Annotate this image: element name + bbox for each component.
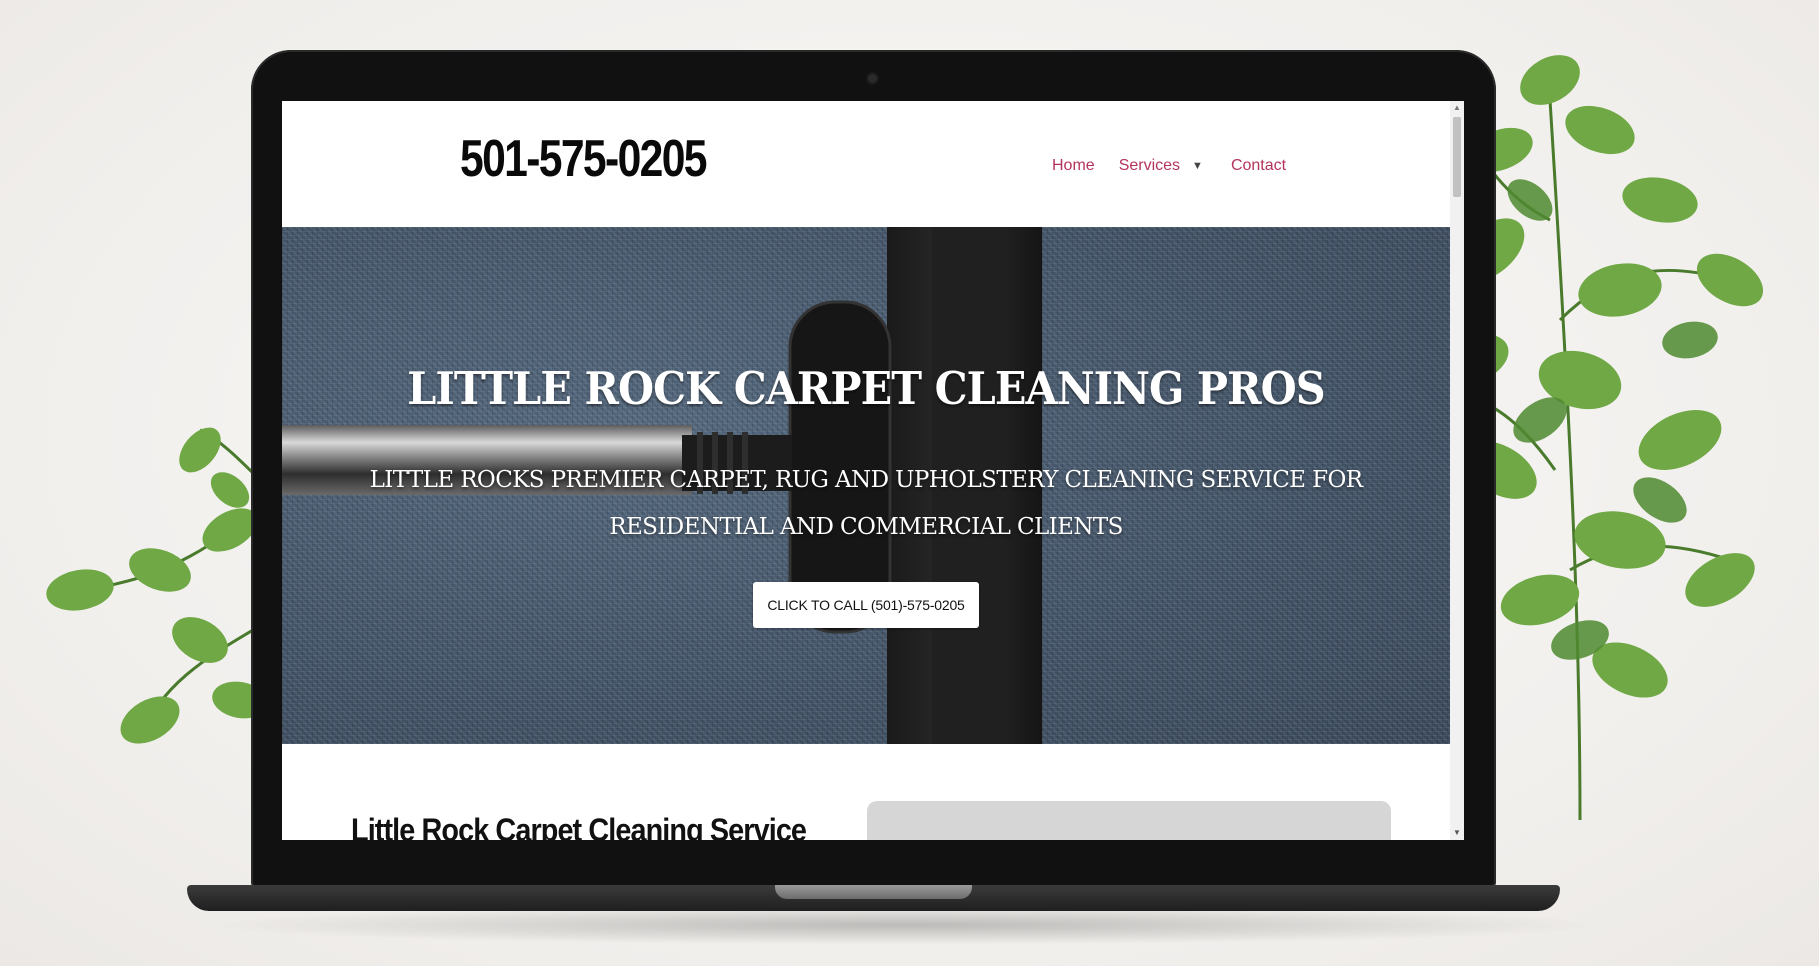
vertical-scrollbar[interactable]: ▲ ▼ bbox=[1450, 101, 1464, 840]
plant-left-decoration bbox=[46, 427, 271, 744]
scrollbar-thumb[interactable] bbox=[1453, 117, 1461, 197]
hero-subtitle: LITTLE ROCKS PREMIER CARPET, RUG AND UPH… bbox=[369, 467, 1363, 540]
scroll-down-arrow-icon[interactable]: ▼ bbox=[1450, 826, 1464, 840]
section-heading: Little Rock Carpet Cleaning Service bbox=[351, 812, 807, 840]
web-page: 501-575-0205 Home Services ▼ Contact LIT… bbox=[282, 101, 1450, 840]
webcam-dot bbox=[868, 74, 877, 83]
hero-title: LITTLE ROCK CARPET CLEANING PROS bbox=[407, 362, 1325, 415]
services-dropdown-caret-icon[interactable]: ▼ bbox=[1192, 160, 1203, 172]
nav-services-link[interactable]: Services bbox=[1119, 157, 1180, 175]
hero-section: LITTLE ROCK CARPET CLEANING PROS LITTLE … bbox=[282, 227, 1450, 744]
nav-contact-link[interactable]: Contact bbox=[1231, 157, 1286, 175]
laptop-hinge-notch bbox=[775, 885, 972, 899]
content-section: Little Rock Carpet Cleaning Service bbox=[282, 744, 1450, 840]
content-card-placeholder bbox=[867, 801, 1391, 840]
browser-viewport: 501-575-0205 Home Services ▼ Contact LIT… bbox=[282, 101, 1464, 840]
scroll-up-arrow-icon[interactable]: ▲ bbox=[1450, 101, 1464, 115]
laptop-shadow bbox=[200, 905, 1610, 945]
click-to-call-button[interactable]: CLICK TO CALL (501)-575-0205 bbox=[753, 582, 979, 628]
main-nav: Home Services ▼ Contact bbox=[1052, 153, 1286, 179]
site-header: 501-575-0205 Home Services ▼ Contact bbox=[282, 101, 1450, 227]
header-phone-number[interactable]: 501-575-0205 bbox=[460, 129, 708, 189]
nav-home-link[interactable]: Home bbox=[1052, 157, 1095, 175]
